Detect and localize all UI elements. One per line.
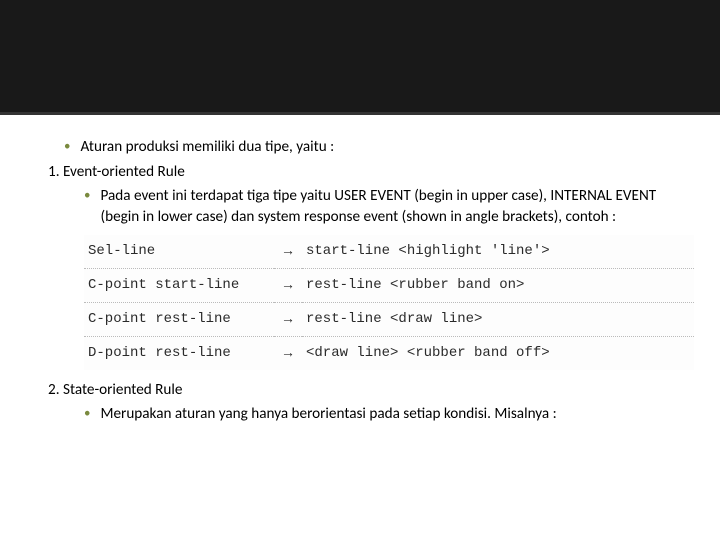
- table-row: D-point rest-line→<draw line> <rubber ba…: [84, 336, 694, 369]
- slide: • Aturan produksi memiliki dua tipe, yai…: [0, 0, 720, 540]
- rule-lhs: D-point rest-line: [84, 336, 274, 369]
- item2-title: 2. State-oriented Rule: [48, 381, 182, 399]
- intro-text: Aturan produksi memiliki dua tipe, yaitu…: [80, 137, 334, 158]
- arrow-icon: →: [274, 268, 302, 302]
- arrow-icon: →: [274, 302, 302, 336]
- item1-title-row: 1. Event-oriented Rule: [48, 162, 672, 183]
- rule-rhs: start-line <highlight 'line'>: [302, 235, 694, 268]
- item2-desc-row: • Merupakan aturan yang hanya berorienta…: [84, 404, 672, 425]
- intro-bullet: • Aturan produksi memiliki dua tipe, yai…: [64, 137, 672, 158]
- bullet-icon: •: [64, 137, 70, 157]
- item2-desc: Merupakan aturan yang hanya berorientasi…: [100, 404, 556, 425]
- bullet-icon: •: [84, 186, 90, 206]
- arrow-icon: →: [274, 336, 302, 369]
- item1-title: 1. Event-oriented Rule: [48, 163, 185, 181]
- content-area: • Aturan produksi memiliki dua tipe, yai…: [0, 115, 720, 425]
- rule-rhs: rest-line <draw line>: [302, 302, 694, 336]
- item2-title-row: 2. State-oriented Rule: [48, 380, 672, 401]
- rule-lhs: C-point start-line: [84, 268, 274, 302]
- table-row: Sel-line→start-line <highlight 'line'>: [84, 235, 694, 268]
- item1-desc-row: • Pada event ini terdapat tiga tipe yait…: [84, 186, 672, 227]
- arrow-icon: →: [274, 235, 302, 268]
- rules-tbody: Sel-line→start-line <highlight 'line'>C-…: [84, 235, 694, 370]
- rule-rhs: <draw line> <rubber band off>: [302, 336, 694, 369]
- bullet-icon: •: [84, 404, 90, 424]
- table-row: C-point start-line→rest-line <rubber ban…: [84, 268, 694, 302]
- item1-desc: Pada event ini terdapat tiga tipe yaitu …: [100, 186, 672, 227]
- table-row: C-point rest-line→rest-line <draw line>: [84, 302, 694, 336]
- rules-table: Sel-line→start-line <highlight 'line'>C-…: [84, 235, 694, 370]
- rule-rhs: rest-line <rubber band on>: [302, 268, 694, 302]
- rule-lhs: C-point rest-line: [84, 302, 274, 336]
- title-band: [0, 0, 720, 112]
- rule-lhs: Sel-line: [84, 235, 274, 268]
